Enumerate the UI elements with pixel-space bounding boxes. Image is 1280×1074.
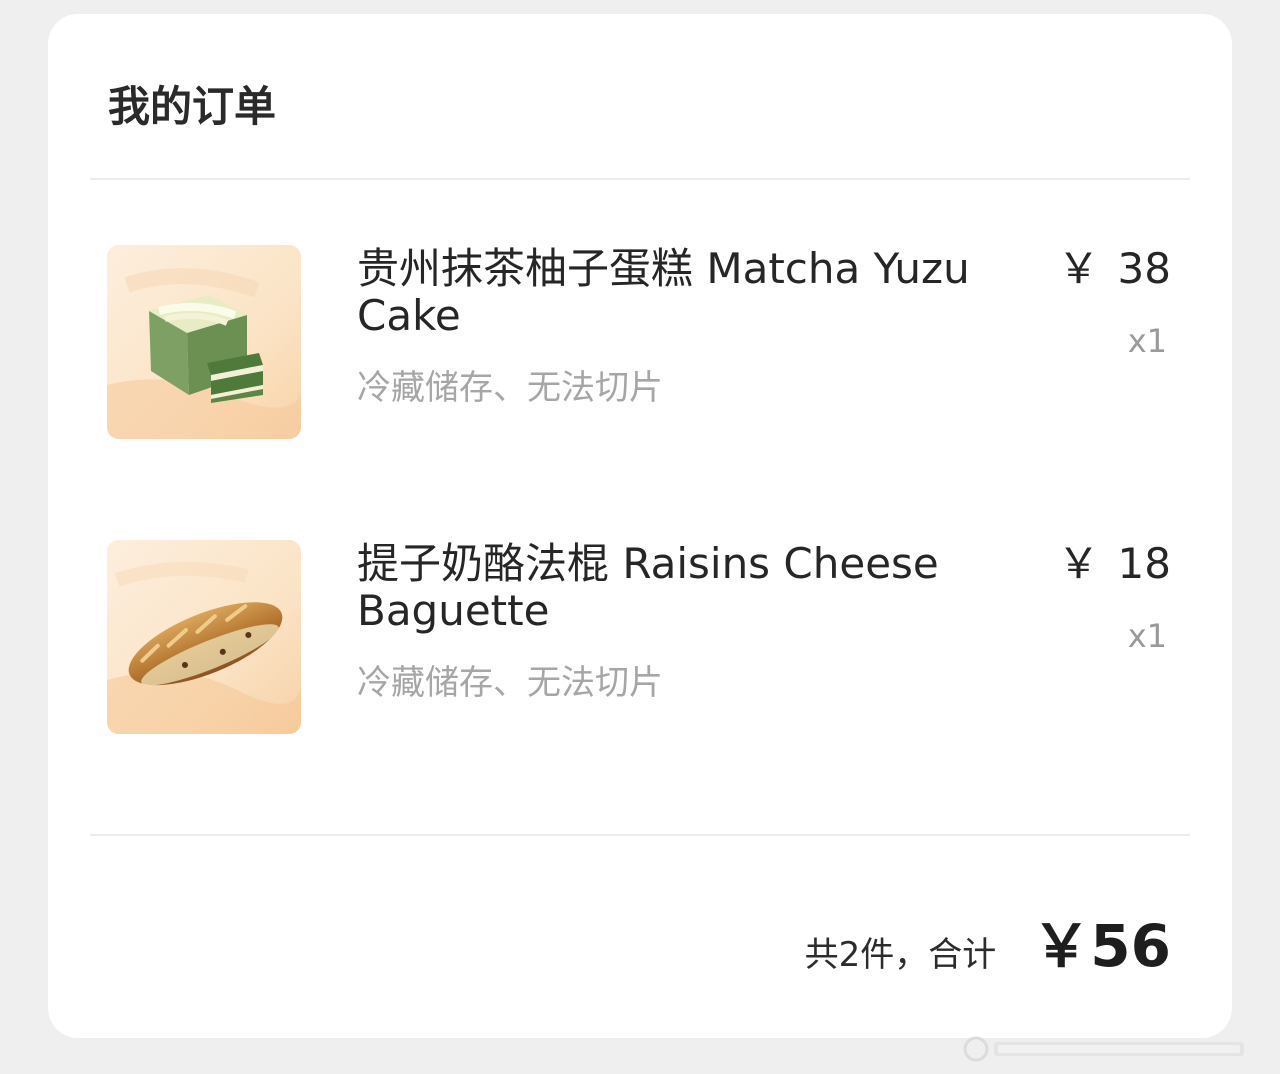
item-quantity: x1 xyxy=(1127,322,1167,360)
header-divider xyxy=(90,178,1190,180)
page-title: 我的订单 xyxy=(108,82,277,131)
baguette-image xyxy=(107,540,301,734)
item-note: 冷藏储存、无法切片 xyxy=(357,663,663,703)
item-name: 贵州抹茶柚子蛋糕 Matcha Yuzu Cake xyxy=(357,244,970,340)
item-note: 冷藏储存、无法切片 xyxy=(357,368,663,408)
item-name: 提子奶酪法棍 Raisins Cheese Baguette xyxy=(357,539,939,635)
item-price-value: 18 xyxy=(1117,539,1171,588)
matcha-cake-image xyxy=(107,245,301,439)
item-count-label: 共2件，合计 xyxy=(804,935,997,975)
summary-divider xyxy=(90,834,1190,836)
watermark-image xyxy=(963,1036,1244,1062)
order-card: 我的订单 贵州抹茶柚子蛋糕 Matcha Yuzu Cake 冷藏储存、无法切片… xyxy=(48,14,1232,1038)
order-summary: 共2件，合计 ￥56 xyxy=(805,899,1171,983)
item-price-value: 38 xyxy=(1117,244,1171,293)
total-amount: ￥56 xyxy=(1032,912,1171,980)
order-item[interactable]: 贵州抹茶柚子蛋糕 Matcha Yuzu Cake 冷藏储存、无法切片 ￥ 38 … xyxy=(107,245,1171,439)
item-price: ￥ 18 xyxy=(1058,540,1171,587)
order-item[interactable]: 提子奶酪法棍 Raisins Cheese Baguette 冷藏储存、无法切片… xyxy=(107,540,1171,734)
item-quantity: x1 xyxy=(1127,617,1167,655)
currency-symbol: ￥ xyxy=(1057,244,1100,293)
currency-symbol: ￥ xyxy=(1057,539,1100,588)
item-price: ￥ 38 xyxy=(1058,245,1171,292)
